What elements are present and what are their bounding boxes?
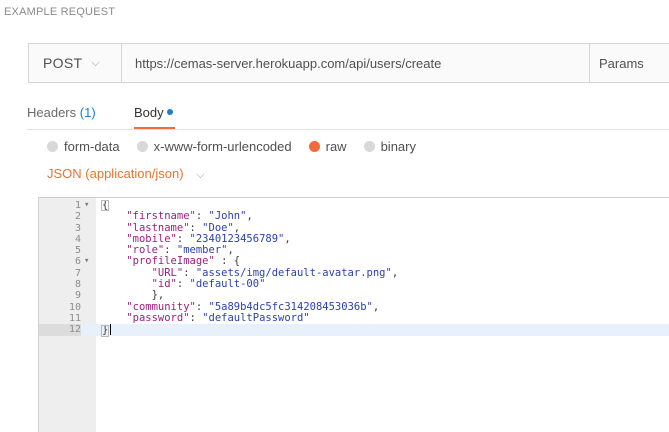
code-editor[interactable]: 1 ▾{2 "firstname": "John", 3 "lastname": "…	[38, 197, 669, 432]
body-indicator-dot-icon	[166, 109, 173, 115]
text-cursor	[110, 324, 112, 336]
radio-label: binary	[380, 139, 416, 154]
code-text: }	[101, 324, 112, 337]
line-number: 9	[74, 290, 81, 302]
radio-label: x-www-form-urlencoded	[153, 139, 292, 154]
radio-circle-icon	[136, 141, 148, 152]
chevron-down-icon: ⌵	[196, 169, 205, 181]
line-number: 2	[74, 211, 81, 223]
method-select[interactable]: POST ⌵	[29, 44, 122, 82]
radio-circle-icon	[363, 141, 375, 152]
line-number: 5	[74, 245, 81, 257]
section-title: EXAMPLE REQUEST	[4, 6, 116, 18]
line-number: 1	[74, 200, 81, 211]
line-number: 10	[68, 301, 81, 313]
content-type-label: JSON (application/json)	[47, 166, 184, 181]
fold-toggle-icon[interactable]: ▾	[84, 256, 89, 267]
chevron-down-icon: ⌵	[91, 56, 100, 69]
tab-headers[interactable]: Headers (1)	[27, 105, 96, 129]
line-number: 12	[39, 324, 81, 336]
line-number: 8	[74, 279, 81, 291]
request-bar: POST ⌵ https://cemas-server.herokuapp.co…	[28, 43, 669, 83]
code-line[interactable]: 11 "password": "defaultPassword"	[39, 311, 669, 324]
line-number: 4	[74, 233, 81, 245]
params-button[interactable]: Params	[589, 44, 669, 82]
body-mode-radio-group: form-data x-www-form-urlencoded raw binary	[47, 139, 433, 154]
code-line[interactable]: 12}	[39, 324, 669, 337]
request-tabs: Headers (1) Body	[27, 105, 669, 130]
url-input[interactable]: https://cemas-server.herokuapp.com/api/u…	[122, 44, 589, 82]
fold-toggle-icon[interactable]: ▾	[84, 200, 89, 211]
example-request-panel: EXAMPLE REQUEST POST ⌵ https://cemas-ser…	[0, 0, 669, 432]
line-number: 7	[74, 267, 81, 279]
tab-headers-label: Headers	[27, 105, 77, 120]
radio-circle-icon	[308, 141, 320, 152]
tab-body[interactable]: Body	[134, 105, 175, 129]
tab-body-label: Body	[134, 105, 164, 120]
radio-binary[interactable]: binary	[363, 139, 416, 154]
radio-circle-icon	[47, 141, 58, 152]
line-number: 3	[74, 222, 81, 234]
radio-label: form-data	[64, 139, 120, 154]
code-lines: 1 ▾{2 "firstname": "John", 3 "lastname": "…	[39, 199, 669, 337]
line-number: 11	[68, 312, 81, 324]
code-text: "password": "defaultPassword"	[126, 311, 310, 324]
radio-raw[interactable]: raw	[308, 139, 347, 154]
method-label: POST	[43, 55, 83, 71]
radio-x-www-form-urlencoded[interactable]: x-www-form-urlencoded	[136, 139, 292, 154]
radio-label: raw	[325, 139, 347, 154]
headers-count-badge: (1)	[79, 105, 96, 120]
content-type-select[interactable]: JSON (application/json) ⌵	[47, 166, 205, 182]
radio-form-data[interactable]: form-data	[47, 139, 120, 154]
line-number: 6	[74, 256, 81, 268]
